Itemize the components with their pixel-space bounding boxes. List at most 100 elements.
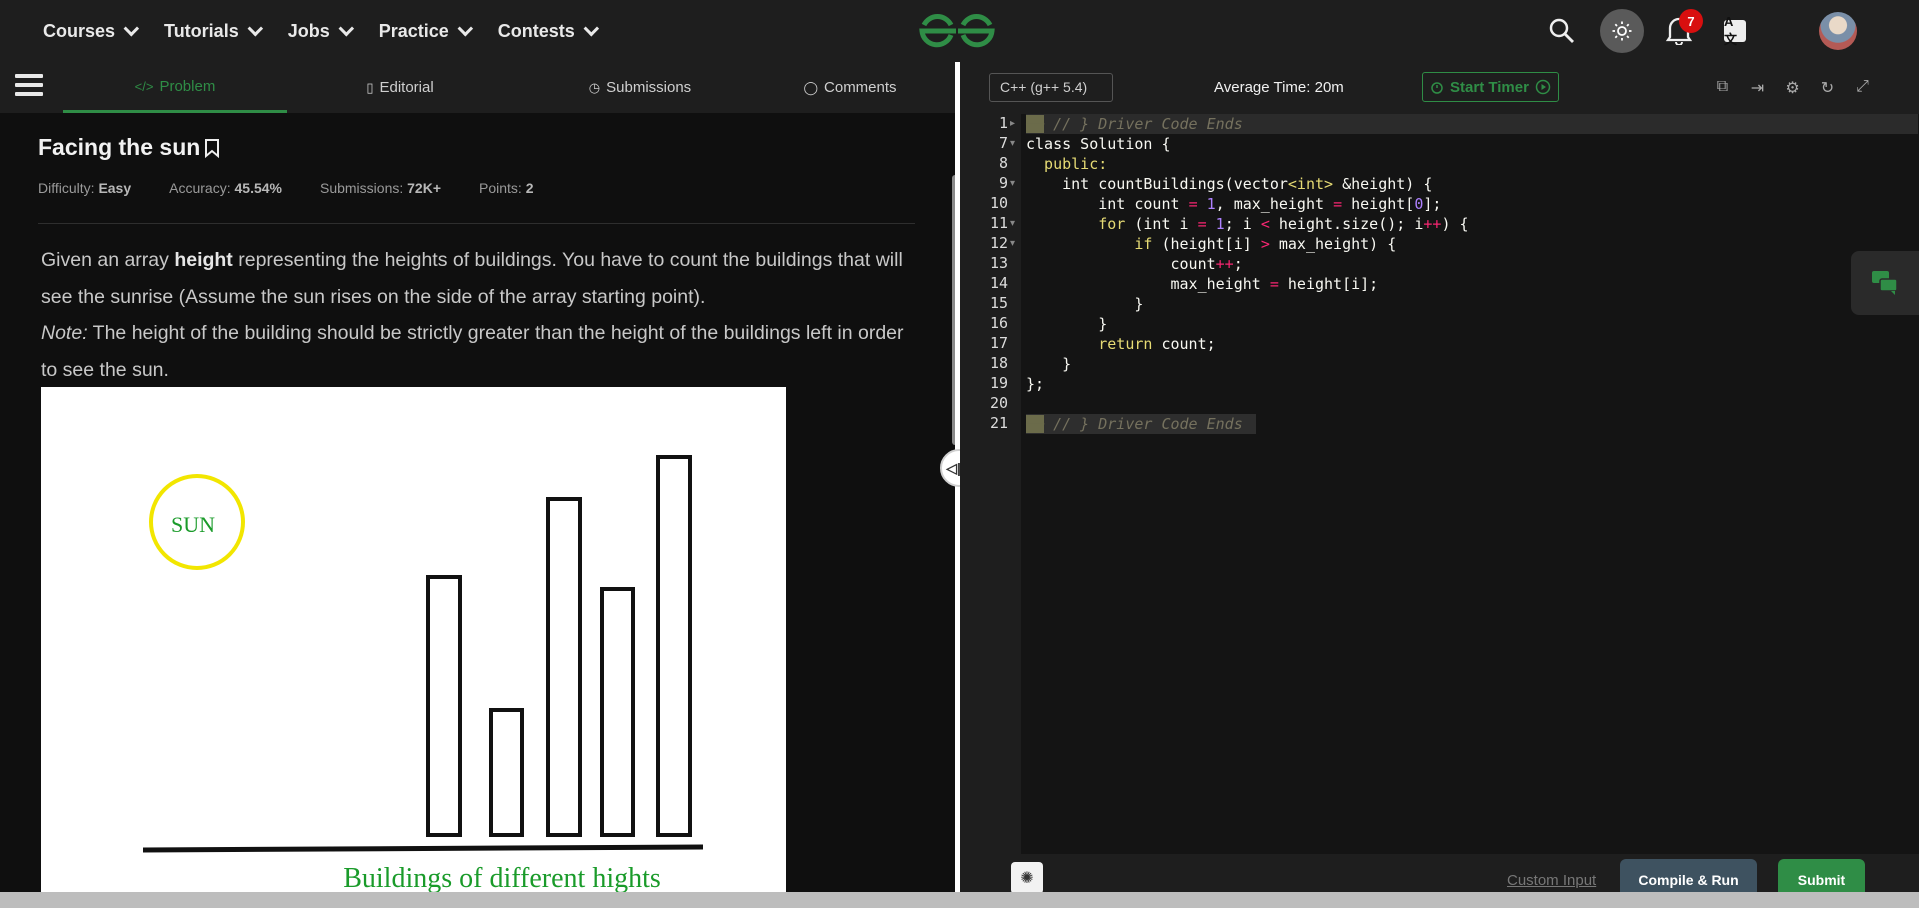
code-comment: // } Driver Code Ends xyxy=(1053,415,1243,433)
chevron-down-icon xyxy=(247,20,263,36)
bookmark-icon[interactable] xyxy=(204,138,220,158)
horizontal-scrollbar[interactable] xyxy=(0,892,1919,908)
line-number: 7 xyxy=(998,134,1008,152)
reset-icon[interactable]: ↻ xyxy=(1817,78,1838,98)
code-text: <int> xyxy=(1287,175,1334,193)
search-icon[interactable] xyxy=(1548,17,1576,50)
nav-practice[interactable]: Practice xyxy=(378,20,473,42)
nav-label: Tutorials xyxy=(164,20,239,41)
code-line: } xyxy=(1026,354,1919,374)
chevron-down-icon xyxy=(457,20,473,36)
tab-label: Submissions xyxy=(606,79,692,96)
line-number: 12 xyxy=(989,234,1008,252)
nav-tutorials[interactable]: Tutorials xyxy=(164,20,263,42)
copy-icon[interactable]: ⧉ xyxy=(1712,78,1733,98)
problem-tabs: </> Problem ▯ Editorial ◷ Submissions ◯ Comm… xyxy=(0,62,955,113)
chevron-down-icon xyxy=(123,20,140,36)
line-number: 10 xyxy=(989,194,1008,212)
translate-icon[interactable]: A文 xyxy=(1724,14,1746,47)
tab-label: Problem xyxy=(159,77,216,95)
fold-arrow-icon[interactable]: ▾ xyxy=(1010,178,1015,189)
difficulty-value: Easy xyxy=(98,180,132,196)
points-value: 2 xyxy=(525,180,534,196)
timer-label: Start Timer xyxy=(1450,78,1529,96)
fullscreen-icon[interactable]: ⤢ xyxy=(1852,78,1873,98)
fold-arrow-icon[interactable]: ▾ xyxy=(1010,218,1015,229)
building-1 xyxy=(426,575,462,837)
code-num: 1 xyxy=(1206,195,1216,213)
fold-arrow-icon[interactable]: ▾ xyxy=(1010,138,1015,149)
nav-jobs[interactable]: Jobs xyxy=(288,20,354,42)
tab-label: Editorial xyxy=(379,79,434,96)
code-text: int countBuildings(vector xyxy=(1026,175,1288,193)
avatar[interactable] xyxy=(1819,12,1857,50)
tab-comments[interactable]: ◯ Comments xyxy=(750,62,950,113)
code-text: ]; xyxy=(1423,195,1442,213)
lightbulb-icon[interactable]: ✺ xyxy=(1011,862,1043,894)
accuracy-label: Accuracy: xyxy=(169,180,231,196)
code-text: , max_height xyxy=(1215,195,1334,213)
tab-submissions[interactable]: ◷ Submissions xyxy=(540,62,740,113)
note-text: The height of the building should be str… xyxy=(41,322,904,381)
code-text: int count xyxy=(1026,195,1189,213)
main-nav: Courses Tutorials Jobs Practice Contests xyxy=(43,20,624,42)
fold-arrow-icon[interactable]: ▾ xyxy=(1010,238,1015,249)
code-text: max_height xyxy=(1026,275,1270,293)
code-text: } xyxy=(1026,295,1144,313)
code-line: return count; xyxy=(1026,334,1919,354)
code-text: } xyxy=(1026,315,1108,333)
nav-label: Practice xyxy=(378,20,449,41)
code-line: class Solution { xyxy=(1026,134,1919,154)
code-kw: if xyxy=(1026,235,1153,253)
site-logo[interactable] xyxy=(918,12,996,55)
code-text: count; xyxy=(1152,335,1216,353)
code-op: ++ xyxy=(1215,255,1234,273)
import-icon[interactable]: ⇥ xyxy=(1747,78,1768,98)
problem-meta: Difficulty: Easy Accuracy: 45.54% Submis… xyxy=(38,180,572,196)
line-number: 15 xyxy=(989,294,1008,312)
tab-problem[interactable]: </> Problem xyxy=(63,62,287,113)
nav-contests[interactable]: Contests xyxy=(498,20,599,42)
nav-courses[interactable]: Courses xyxy=(43,20,140,42)
problem-figure: SUN Buildings of different hights xyxy=(41,387,786,892)
tab-editorial[interactable]: ▯ Editorial xyxy=(300,62,500,113)
building-2 xyxy=(489,708,524,837)
desc-text: Given an array xyxy=(41,249,175,271)
line-number: 11 xyxy=(989,214,1008,232)
code-text: height.size(); i xyxy=(1269,215,1424,233)
code-kw: return xyxy=(1026,335,1153,353)
editor-panel: C++ (g++ 5.4) Average Time: 20m Start Ti… xyxy=(960,62,1919,908)
code-line: if (height[i] > max_height) { xyxy=(1026,234,1919,254)
code-op: = xyxy=(1269,275,1279,293)
language-select[interactable]: C++ (g++ 5.4) xyxy=(989,73,1113,102)
comment-icon: ◯ xyxy=(803,79,819,95)
fold-arrow-icon[interactable]: ▸ xyxy=(1010,118,1015,129)
code-op: = xyxy=(1333,195,1343,213)
desc-bold: height xyxy=(174,249,233,271)
line-number: 14 xyxy=(989,274,1008,292)
sun-label: SUN xyxy=(171,512,215,537)
document-icon: ▯ xyxy=(366,79,374,95)
accuracy: Accuracy: 45.54% xyxy=(169,180,282,196)
submissions-label: Submissions: xyxy=(319,180,404,196)
code-text: height[ xyxy=(1342,195,1415,213)
code-text: } xyxy=(1026,355,1072,373)
menu-icon[interactable] xyxy=(15,74,43,101)
alarm-icon xyxy=(1431,82,1443,94)
ground-line xyxy=(142,844,704,853)
chat-float-button[interactable] xyxy=(1851,251,1919,315)
problem-description: Given an array height representing the h… xyxy=(41,242,921,388)
theme-toggle-button[interactable] xyxy=(1600,9,1644,53)
custom-input-link[interactable]: Custom Input xyxy=(1507,872,1596,889)
average-time: Average Time: 20m xyxy=(1214,79,1344,96)
editor-actions: ⧉ ⇥ ⚙ ↻ ⤢ xyxy=(1712,78,1873,98)
note-label: Note: xyxy=(41,322,88,344)
chevron-down-icon xyxy=(583,20,599,36)
code-line: max_height = height[i]; xyxy=(1026,274,1919,294)
top-navbar: Courses Tutorials Jobs Practice Contests… xyxy=(0,0,1919,62)
line-number: 9 xyxy=(998,174,1008,192)
start-timer-button[interactable]: Start Timer xyxy=(1422,72,1559,102)
gear-icon[interactable]: ⚙ xyxy=(1782,78,1803,98)
